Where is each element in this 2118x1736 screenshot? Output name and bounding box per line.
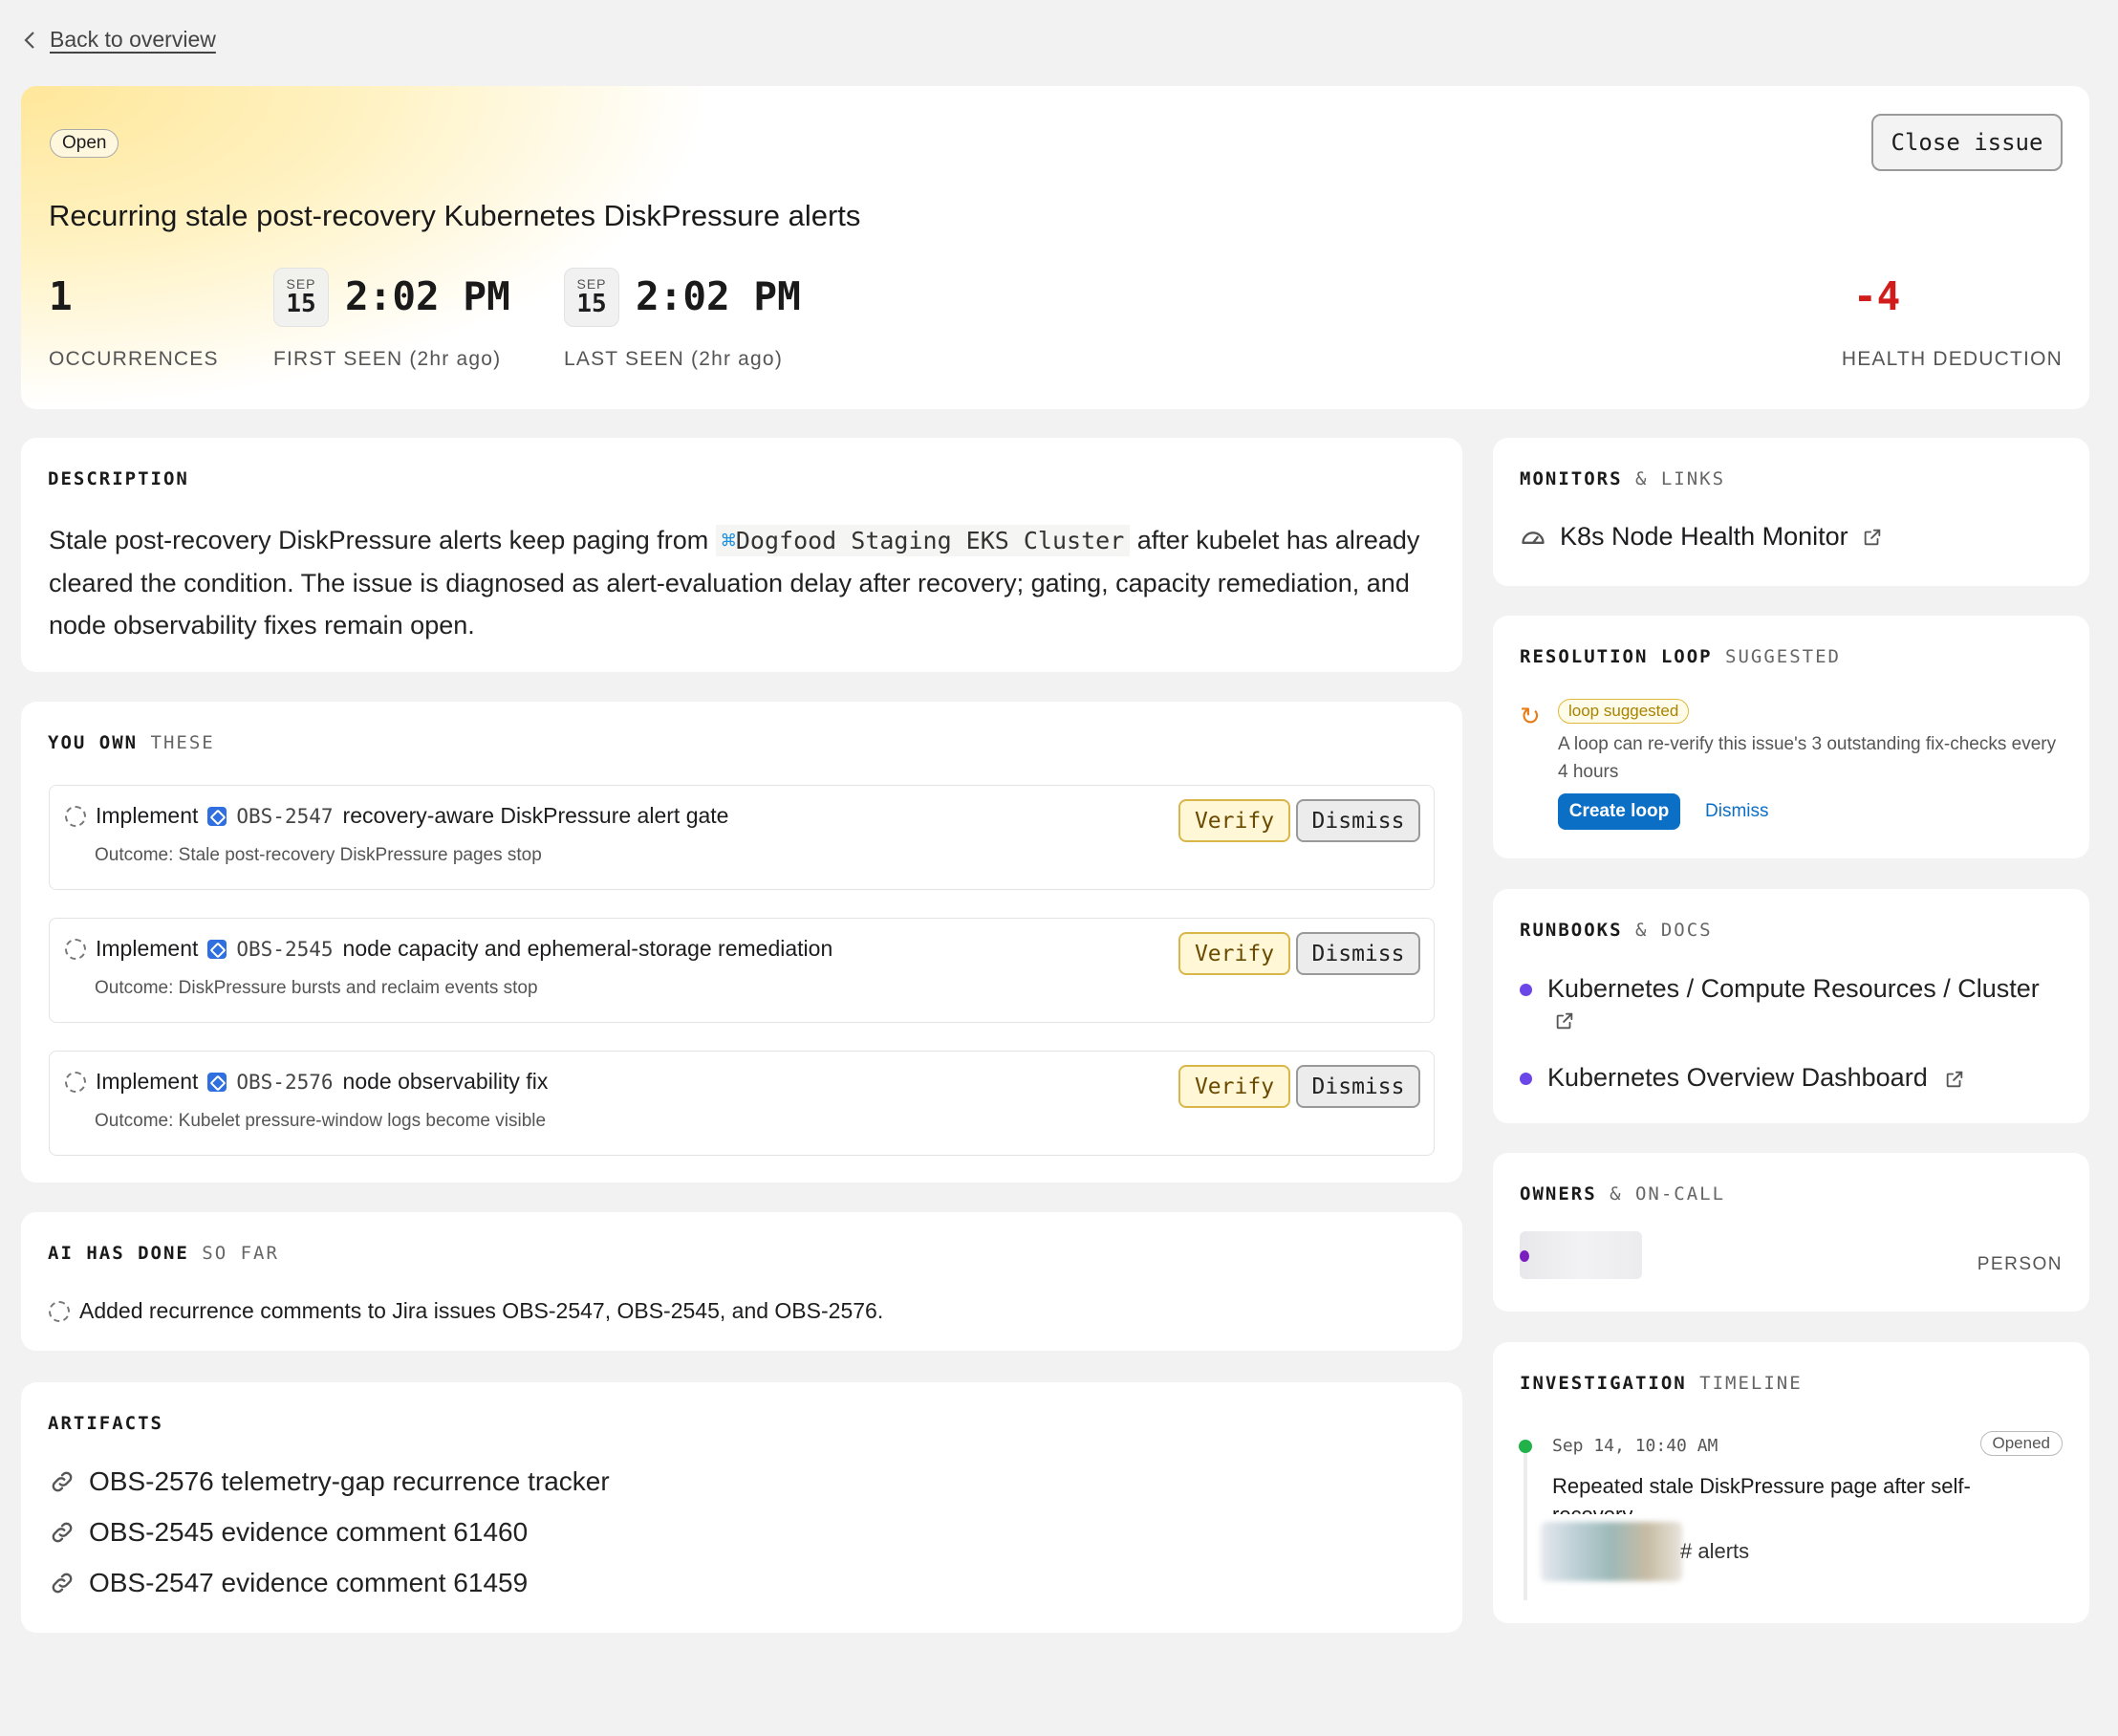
verify-button[interactable]: Verify xyxy=(1178,1065,1290,1108)
resolution-loop-heading: RESOLUTION LOOP SUGGESTED xyxy=(1520,646,1841,667)
dismiss-loop-button[interactable]: Dismiss xyxy=(1705,801,1769,822)
link-icon xyxy=(52,1471,73,1492)
cluster-icon: ⌘ xyxy=(721,527,736,554)
issue-header-card: Open Close issue Recurring stale post-re… xyxy=(21,86,2089,409)
issue-title: Recurring stale post-recovery Kubernetes… xyxy=(49,199,861,232)
link-icon xyxy=(52,1522,73,1543)
external-link-icon xyxy=(1946,1071,1963,1088)
owner-role: PERSON xyxy=(1977,1254,2063,1274)
loop-suggested-badge: loop suggested xyxy=(1558,699,1690,724)
first-seen-time: 2:02 PM xyxy=(345,273,510,319)
jira-icon xyxy=(207,806,227,826)
owners-heading: OWNERS & ON-CALL xyxy=(1520,1183,1726,1204)
pending-icon xyxy=(65,938,86,960)
dismiss-button[interactable]: Dismiss xyxy=(1296,1065,1420,1108)
verify-button[interactable]: Verify xyxy=(1178,932,1290,975)
task-item: Implement OBS-2547 recovery-aware DiskPr… xyxy=(49,785,1435,890)
refresh-icon: ↻ xyxy=(1520,702,1541,730)
resolution-loop-card: RESOLUTION LOOP SUGGESTED ↻ loop suggest… xyxy=(1493,616,2089,858)
back-link-label: Back to overview xyxy=(50,27,216,52)
first-seen-day: 15 xyxy=(286,290,316,318)
timeline-heading: INVESTIGATION TIMELINE xyxy=(1520,1373,1803,1394)
occurrences-label: OCCURRENCES xyxy=(49,348,219,370)
artifacts-heading: ARTIFACTS xyxy=(48,1413,163,1434)
health-deduction-label: HEALTH DEDUCTION xyxy=(1841,348,2063,370)
monitor-link[interactable]: K8s Node Health Monitor xyxy=(1520,522,1883,552)
pending-icon xyxy=(49,1300,70,1322)
external-link-icon xyxy=(1556,1012,1573,1030)
last-seen-day: 15 xyxy=(576,290,607,318)
close-issue-button[interactable]: Close issue xyxy=(1871,114,2063,171)
last-seen-label: LAST SEEN (2hr ago) xyxy=(564,348,784,370)
chevron-left-icon xyxy=(24,31,34,49)
loop-description: A loop can re-verify this issue's 3 outs… xyxy=(1558,734,2057,782)
artifact-link[interactable]: OBS-2545 evidence comment 61460 xyxy=(49,1517,528,1548)
owner-status-dot xyxy=(1520,1250,1529,1262)
jira-icon xyxy=(207,939,227,959)
monitors-heading: MONITORS & LINKS xyxy=(1520,468,1726,489)
timeline-title: Repeated stale DiskPressure page after s… xyxy=(1552,1474,1971,1514)
redacted-image xyxy=(1541,1522,1682,1581)
dismiss-button[interactable]: Dismiss xyxy=(1296,799,1420,842)
create-loop-button[interactable]: Create loop xyxy=(1558,793,1680,830)
artifacts-card: ARTIFACTS OBS-2576 telemetry-gap recurre… xyxy=(21,1382,1462,1633)
issue-key-link[interactable]: OBS-2545 xyxy=(236,938,333,961)
description-card: DESCRIPTION Stale post-recovery DiskPres… xyxy=(21,438,1462,672)
owned-tasks-card: YOU OWN THESE Implement OBS-2547 recover… xyxy=(21,702,1462,1183)
owned-tasks-heading: YOU OWN THESE xyxy=(48,732,215,753)
first-seen-label: FIRST SEEN (2hr ago) xyxy=(273,348,502,370)
pending-icon xyxy=(65,1071,86,1093)
task-item: Implement OBS-2545 node capacity and eph… xyxy=(49,918,1435,1023)
runbook-link[interactable]: Kubernetes / Compute Resources / Cluster xyxy=(1520,969,2064,1038)
task-outcome: Outcome: Kubelet pressure-window logs be… xyxy=(95,1111,547,1131)
last-seen-time: 2:02 PM xyxy=(636,273,801,319)
task-item: Implement OBS-2576 node observability fi… xyxy=(49,1051,1435,1156)
link-icon xyxy=(52,1573,73,1594)
task-outcome: Outcome: Stale post-recovery DiskPressur… xyxy=(95,845,542,865)
verify-button[interactable]: Verify xyxy=(1178,799,1290,842)
occurrences-value: 1 xyxy=(49,273,73,319)
ai-actions-heading: AI HAS DONE SO FAR xyxy=(48,1243,279,1264)
owners-card: OWNERS & ON-CALL PERSON xyxy=(1493,1153,2089,1312)
timeline-date: Sep 14, 10:40 AM xyxy=(1552,1436,1718,1456)
issue-key-link[interactable]: OBS-2576 xyxy=(236,1071,333,1094)
dismiss-button[interactable]: Dismiss xyxy=(1296,932,1420,975)
issue-key-link[interactable]: OBS-2547 xyxy=(236,805,333,828)
owner-avatar[interactable] xyxy=(1520,1231,1642,1279)
pending-icon xyxy=(65,805,86,827)
timeline-dot xyxy=(1519,1440,1532,1453)
jira-icon xyxy=(207,1072,227,1092)
artifact-link[interactable]: OBS-2547 evidence comment 61459 xyxy=(49,1568,528,1598)
ai-action-text: Added recurrence comments to Jira issues… xyxy=(79,1298,884,1323)
timeline-line xyxy=(1524,1447,1527,1600)
description-heading: DESCRIPTION xyxy=(48,468,189,489)
gauge-icon xyxy=(1522,531,1545,544)
external-link-icon xyxy=(1864,529,1880,545)
status-badge: Open xyxy=(50,129,119,158)
back-to-overview-link[interactable]: Back to overview xyxy=(23,27,216,53)
first-seen-date: SEP 15 xyxy=(273,268,329,327)
runbooks-heading: RUNBOOKS & DOCS xyxy=(1520,920,1713,941)
timeline-badge: Opened xyxy=(1979,1431,2063,1456)
bullet-dot xyxy=(1520,1073,1532,1086)
last-seen-date: SEP 15 xyxy=(564,268,619,327)
runbook-link[interactable]: Kubernetes Overview Dashboard xyxy=(1520,1058,2064,1096)
timeline-card: INVESTIGATION TIMELINE Sep 14, 10:40 AM … xyxy=(1493,1342,2089,1623)
description-text: Stale post-recovery DiskPressure alerts … xyxy=(49,525,1420,640)
ai-actions-card: AI HAS DONE SO FAR Added recurrence comm… xyxy=(21,1212,1462,1351)
runbooks-card: RUNBOOKS & DOCS Kubernetes / Compute Res… xyxy=(1493,889,2089,1123)
health-deduction-value: -4 xyxy=(1853,273,1901,319)
bullet-dot xyxy=(1520,984,1532,997)
task-outcome: Outcome: DiskPressure bursts and reclaim… xyxy=(95,978,538,998)
artifact-link[interactable]: OBS-2576 telemetry-gap recurrence tracke… xyxy=(49,1466,610,1497)
cluster-chip[interactable]: ⌘Dogfood Staging EKS Cluster xyxy=(715,525,1131,556)
timeline-channel[interactable]: # alerts xyxy=(1680,1539,1749,1564)
monitors-card: MONITORS & LINKS K8s Node Health Monitor xyxy=(1493,438,2089,586)
